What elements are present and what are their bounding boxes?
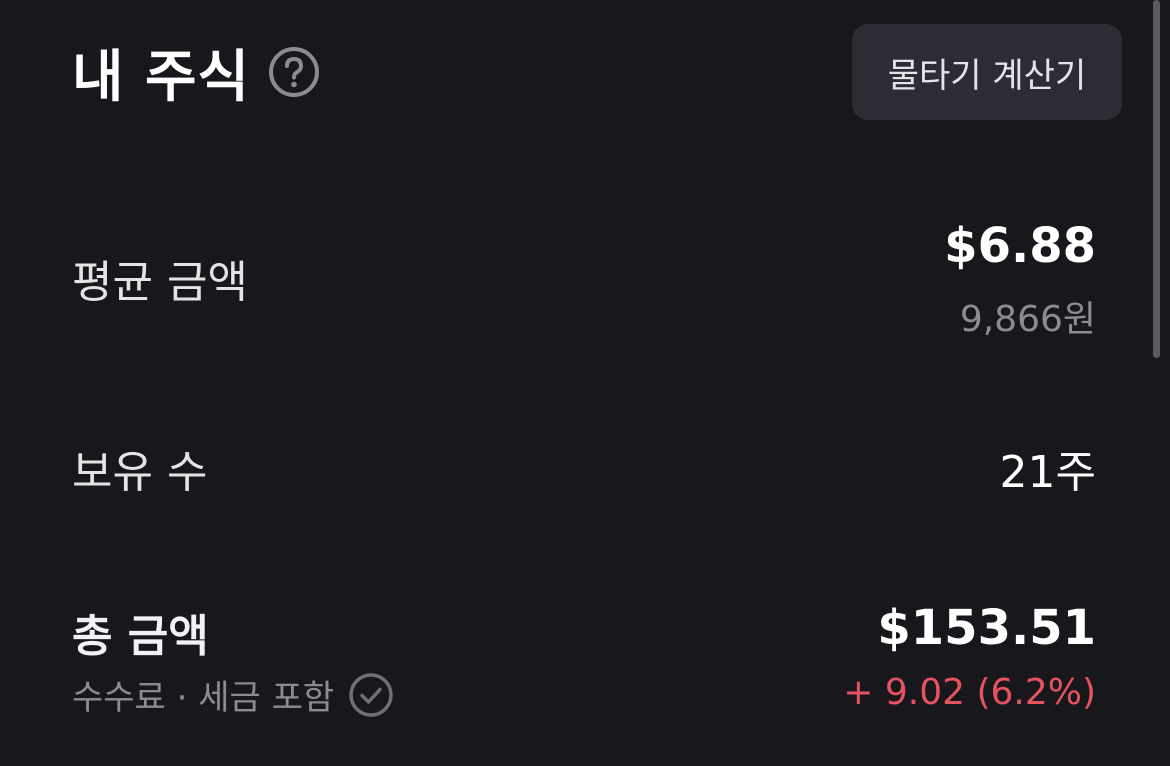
scrollbar[interactable]: [1153, 0, 1160, 358]
total-gain-change: + 9.02 (6.2%): [843, 672, 1096, 713]
average-price-usd: $6.88: [944, 218, 1096, 274]
averaging-calculator-button[interactable]: 물타기 계산기: [852, 24, 1122, 120]
average-price-krw: 9,866원: [959, 299, 1096, 340]
page-title: 내 주식: [72, 44, 251, 110]
average-price-label: 평균 금액: [72, 257, 248, 308]
holdings-value: 21주: [999, 447, 1096, 498]
total-amount-label: 총 금액: [72, 611, 209, 662]
total-amount-usd: $153.51: [877, 600, 1096, 656]
fee-tax-included-label: 수수료 · 세금 포함: [72, 678, 335, 718]
fee-tax-included-note: 수수료 · 세금 포함: [72, 670, 394, 719]
check-circle-icon: [348, 672, 394, 718]
header: 내 주식: [72, 36, 320, 110]
question-circle-icon[interactable]: [268, 46, 320, 98]
holdings-label: 보유 수: [72, 447, 208, 498]
my-stocks-panel: 내 주식 물타기 계산기 평균 금액 $6.88 9,866원 보유 수 21주…: [0, 0, 1170, 766]
